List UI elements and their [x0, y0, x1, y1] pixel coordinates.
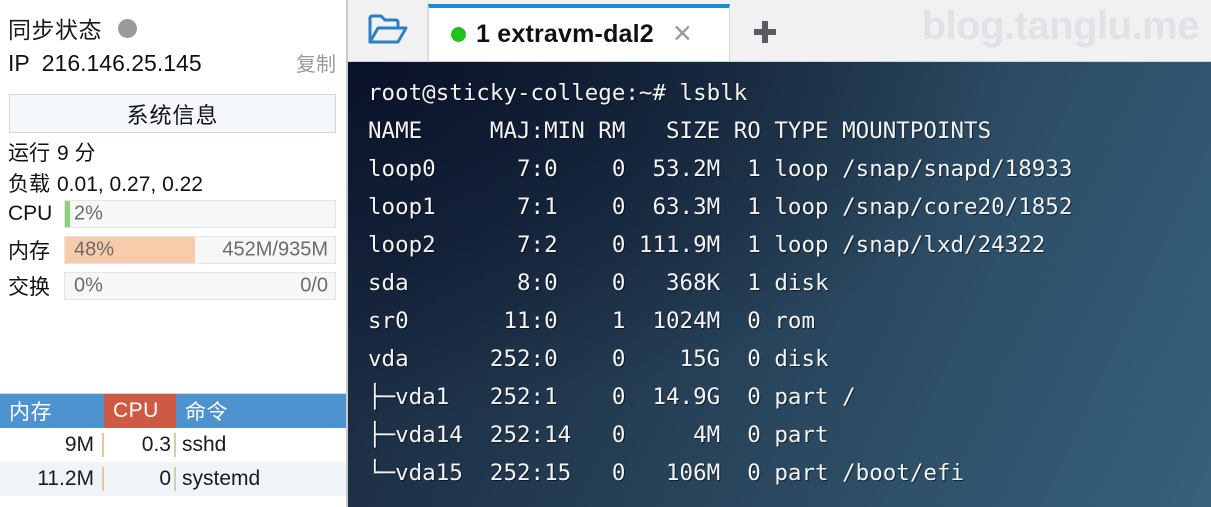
column-header-memory[interactable]: 内存 — [0, 394, 104, 428]
cpu-meter-row: CPU 2% — [0, 197, 346, 231]
tab-bar: 1 extravm-dal2 ✕ blog.tanglu.me — [348, 0, 1211, 62]
terminal-line: ├─vda1 252:1 0 14.9G 0 part / — [368, 378, 1211, 416]
terminal-line: loop0 7:0 0 53.2M 1 loop /snap/snapd/189… — [368, 150, 1211, 188]
tab-label: 1 extravm-dal2 — [476, 20, 654, 49]
system-info-button[interactable]: 系统信息 — [9, 94, 336, 133]
sync-status-row: 同步状态 — [0, 0, 346, 46]
terminal-line: loop2 7:2 0 111.9M 1 loop /snap/lxd/2432… — [368, 226, 1211, 264]
cell-cpu: 0.3 — [104, 433, 176, 457]
cpu-meter-label: CPU — [8, 202, 64, 226]
load-row: 负载 0.01, 0.27, 0.22 — [0, 164, 346, 195]
load-label: 负载 — [8, 173, 50, 196]
cell-cpu: 0 — [104, 467, 176, 491]
cell-memory: 11.2M — [0, 467, 104, 491]
site-watermark: blog.tanglu.me — [922, 4, 1199, 49]
memory-meter-row: 内存 48% 452M/935M — [0, 233, 346, 267]
ip-value: 216.146.25.145 — [42, 50, 296, 77]
load-value: 0.01, 0.27, 0.22 — [57, 173, 203, 196]
swap-meter-percent: 0% — [74, 275, 103, 298]
swap-meter-label: 交换 — [8, 271, 64, 301]
terminal-line: ├─vda14 252:14 0 4M 0 part — [368, 416, 1211, 454]
uptime-value: 9 分 — [57, 142, 96, 165]
terminal-output[interactable]: root@sticky-college:~# lsblk NAME MAJ:MI… — [348, 62, 1211, 507]
cell-command: sshd — [176, 433, 346, 457]
uptime-row: 运行 9 分 — [0, 133, 346, 164]
copy-ip-button[interactable]: 复制 — [296, 48, 336, 77]
plus-icon — [752, 14, 778, 52]
terminal-line: └─vda15 252:15 0 106M 0 part /boot/efi — [368, 454, 1211, 492]
sync-status-label: 同步状态 — [8, 11, 102, 45]
terminal-panel: 1 extravm-dal2 ✕ blog.tanglu.me root@sti… — [348, 0, 1211, 507]
swap-meter-detail: 0/0 — [300, 275, 328, 298]
ip-row: IP 216.146.25.145 复制 — [0, 46, 346, 86]
terminal-line: loop1 7:1 0 63.3M 1 loop /snap/core20/18… — [368, 188, 1211, 226]
column-header-cpu[interactable]: CPU — [104, 394, 176, 428]
swap-meter-track: 0% 0/0 — [64, 272, 336, 300]
memory-meter-track: 48% 452M/935M — [64, 236, 336, 264]
new-tab-button[interactable] — [730, 4, 800, 61]
file-manager-button[interactable] — [348, 1, 428, 61]
column-header-command[interactable]: 命令 — [176, 394, 346, 428]
swap-meter-row: 交换 0% 0/0 — [0, 269, 346, 303]
cell-command: systemd — [176, 467, 346, 491]
process-table-header: 内存 CPU 命令 — [0, 394, 346, 428]
server-status-panel: 同步状态 IP 216.146.25.145 复制 系统信息 运行 9 分 负载 0… — [0, 0, 348, 507]
process-table: 内存 CPU 命令 9M 0.3 sshd 11.2M 0 systemd — [0, 393, 346, 507]
sync-status-indicator-icon — [118, 19, 137, 38]
open-folder-icon — [367, 12, 409, 51]
terminal-tab-extravm-dal2[interactable]: 1 extravm-dal2 ✕ — [428, 4, 730, 61]
cpu-meter-fill — [65, 201, 70, 227]
cell-memory: 9M — [0, 433, 104, 457]
terminal-line: NAME MAJ:MIN RM SIZE RO TYPE MOUNTPOINTS — [368, 112, 1211, 150]
table-row[interactable]: 9M 0.3 sshd — [0, 428, 346, 462]
memory-meter-label: 内存 — [8, 235, 64, 265]
ip-label: IP — [8, 50, 30, 77]
tab-connected-indicator-icon — [451, 27, 466, 42]
terminal-line: root@sticky-college:~# lsblk — [368, 74, 1211, 112]
uptime-label: 运行 — [8, 142, 50, 165]
cpu-meter-percent: 2% — [74, 203, 103, 226]
terminal-line: sda 8:0 0 368K 1 disk — [368, 264, 1211, 302]
table-row[interactable]: 11.2M 0 systemd — [0, 462, 346, 496]
close-icon[interactable]: ✕ — [672, 22, 693, 47]
terminal-line: sr0 11:0 1 1024M 0 rom — [368, 302, 1211, 340]
memory-meter-detail: 452M/935M — [222, 239, 328, 262]
app-root: 同步状态 IP 216.146.25.145 复制 系统信息 运行 9 分 负载 0… — [0, 0, 1211, 507]
memory-meter-percent: 48% — [74, 239, 114, 262]
terminal-line: vda 252:0 0 15G 0 disk — [368, 340, 1211, 378]
cpu-meter-track: 2% — [64, 200, 336, 228]
